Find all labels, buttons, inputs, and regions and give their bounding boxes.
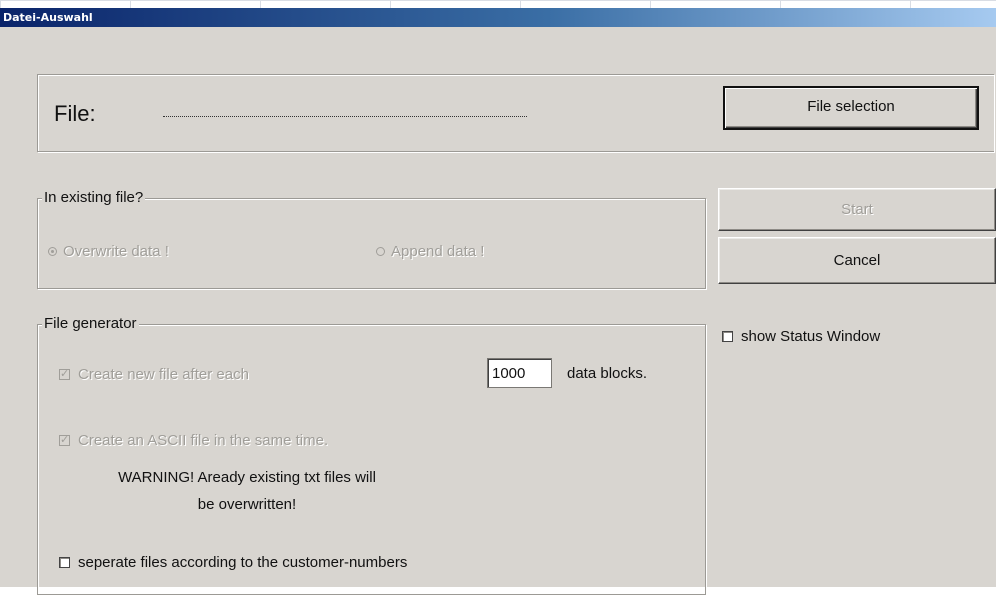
start-button[interactable]: Start	[718, 188, 996, 231]
existing-file-group-title: In existing file?	[42, 189, 146, 206]
overwrite-radio-option[interactable]: Overwrite data !	[48, 243, 169, 261]
create-new-file-label: Create new file after each	[78, 366, 249, 383]
file-selection-dialog: Datei-Auswahl File: File selection Start…	[0, 8, 996, 595]
file-path-display	[163, 115, 527, 117]
ascii-file-label: Create an ASCII file in the same time.	[78, 432, 329, 449]
file-generator-group-title: File generator	[42, 315, 139, 332]
append-radio[interactable]	[376, 247, 385, 256]
file-panel: File: File selection	[37, 74, 994, 152]
overwrite-radio[interactable]	[48, 247, 57, 256]
file-selection-button[interactable]: File selection	[723, 86, 979, 130]
warning-line-1: WARNING! Aready existing txt files will	[118, 469, 376, 486]
create-new-file-checkbox[interactable]	[59, 367, 70, 380]
status-window-checkbox[interactable]	[722, 331, 733, 342]
file-generator-group: File generator Create new file after eac…	[37, 315, 706, 595]
data-blocks-input[interactable]	[487, 358, 552, 388]
separate-files-label: seperate files according to the customer…	[78, 554, 408, 571]
window-title[interactable]: Datei-Auswahl	[0, 8, 996, 27]
cancel-button[interactable]: Cancel	[718, 237, 996, 284]
status-window-label: show Status Window	[741, 328, 881, 345]
create-new-file-option[interactable]: Create new file after each	[59, 366, 249, 384]
overwrite-label: Overwrite data !	[63, 243, 169, 260]
append-label: Append data !	[391, 243, 485, 260]
overwrite-warning: WARNING! Aready existing txt files will …	[97, 464, 397, 518]
warning-line-2: be overwritten!	[197, 496, 297, 513]
data-blocks-suffix: data blocks.	[567, 365, 648, 382]
append-radio-option[interactable]: Append data !	[376, 243, 484, 261]
ascii-file-option[interactable]: Create an ASCII file in the same time.	[59, 432, 328, 450]
ascii-file-checkbox[interactable]	[59, 433, 70, 446]
file-label: File:	[54, 101, 96, 126]
separate-files-checkbox[interactable]	[59, 557, 70, 568]
dialog-content: File: File selection Start Cancel In exi…	[0, 27, 996, 595]
separate-files-option[interactable]: seperate files according to the customer…	[59, 554, 407, 572]
status-window-option[interactable]: show Status Window	[722, 328, 880, 346]
existing-file-group: In existing file? Overwrite data ! Appen…	[37, 189, 706, 289]
